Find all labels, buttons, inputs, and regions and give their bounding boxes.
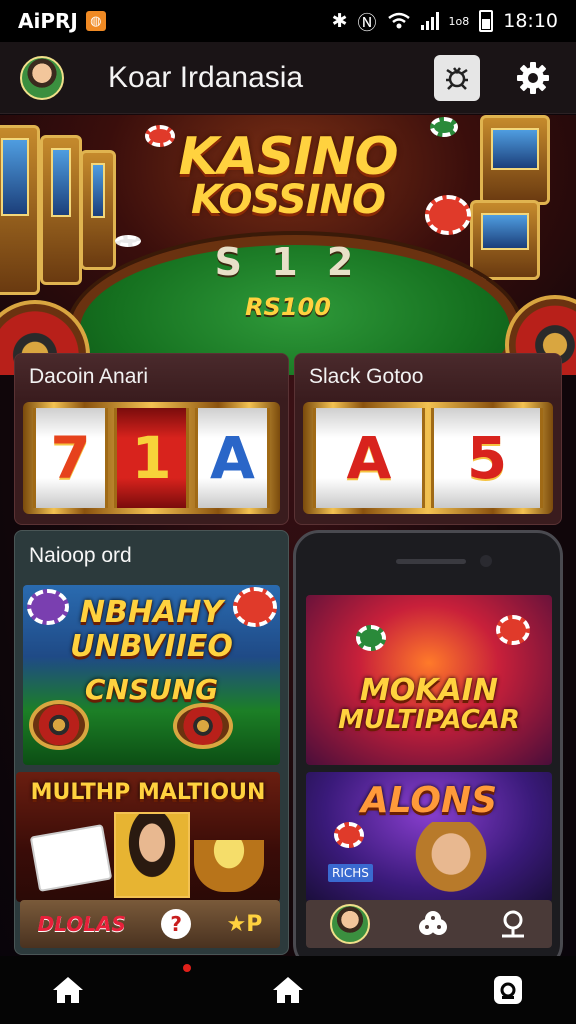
game-tile-1[interactable]: NBHAHY UNBVIIEO CNSUNG	[23, 585, 280, 765]
playing-cards	[29, 824, 113, 892]
game-grid-title: Naioop ord	[29, 544, 132, 567]
bug-report-button[interactable]	[434, 54, 480, 101]
slot-card-title: Slack Gotoo	[295, 354, 561, 400]
hero-amount: RS100	[245, 293, 331, 321]
reel: A	[313, 408, 425, 508]
profile-tray	[306, 900, 552, 948]
status-left: AiPRJ ◍	[18, 9, 106, 33]
roulette-wheel	[173, 703, 233, 749]
screen: AiPRJ ◍ ✱ Ⓝ 1ᴏ8 18:10 Koar Irdanasia KAS…	[0, 0, 576, 1024]
nav-home-center[interactable]	[268, 970, 308, 1010]
hero-digits: S 1 2	[214, 240, 362, 284]
game-tile-title: UNBVIIEO	[70, 629, 233, 664]
hero-banner[interactable]: KASINO KOSSINO S 1 2 RS100	[0, 115, 576, 375]
notification-dot	[183, 964, 191, 972]
roulette-wheel	[29, 700, 89, 750]
wifi-icon	[387, 12, 410, 29]
game-tile-title: MOKAIN	[359, 673, 499, 708]
reel: 1	[114, 408, 189, 508]
status-bar: AiPRJ ◍ ✱ Ⓝ 1ᴏ8 18:10	[0, 0, 576, 42]
slot-card-2[interactable]: Slack Gotoo A 5	[294, 353, 562, 525]
chip	[334, 822, 364, 848]
game-tile-title: MULTIPACAR	[338, 705, 520, 735]
hero-subtitle: KOSSINO	[191, 177, 386, 223]
location-icon[interactable]	[498, 908, 528, 940]
app-bar: Koar Irdanasia	[0, 42, 576, 114]
treasure-basket	[194, 840, 264, 892]
cookie-icon[interactable]	[417, 909, 451, 939]
tile-badge: RICHS	[328, 864, 373, 882]
slot-reels: A 5	[303, 402, 553, 514]
battery-icon	[479, 10, 494, 32]
speaker	[396, 559, 466, 564]
slot-card-1[interactable]: Dacoin Anari 7 1 A	[14, 353, 289, 525]
chip	[356, 625, 386, 651]
game-tile-4[interactable]: ALONS RICHS	[306, 772, 552, 902]
clock: 18:10	[503, 10, 558, 32]
game-tile-2[interactable]: MOKAIN MULTIPACAR	[306, 595, 552, 765]
nav-home-left[interactable]	[48, 970, 88, 1010]
gear-icon	[517, 61, 549, 94]
notification-app-icon: ◍	[85, 11, 106, 31]
portrait	[406, 822, 496, 902]
portrait	[114, 812, 190, 898]
game-tile-title: MULTHP MALTIOUN	[30, 780, 266, 805]
chip	[27, 589, 69, 625]
app-title: Koar Irdanasia	[108, 60, 304, 94]
home-icon	[273, 977, 303, 1003]
instagram-icon	[494, 976, 522, 1004]
game-tile-3[interactable]: MULTHP MALTIOUN	[16, 772, 280, 902]
signal-icon	[420, 12, 439, 30]
slot-card-title: Dacoin Anari	[15, 354, 288, 400]
camera	[480, 555, 492, 567]
game-tile-title: ALONS	[360, 780, 498, 821]
status-right: ✱ Ⓝ 1ᴏ8 18:10	[332, 8, 558, 35]
bluetooth-icon: ✱	[331, 10, 348, 32]
bug-icon	[446, 66, 468, 90]
mystery-icon[interactable]: ?	[161, 909, 192, 939]
settings-button[interactable]	[510, 55, 556, 101]
tray-label[interactable]: DLOLAS	[38, 912, 126, 936]
nfc-icon: Ⓝ	[357, 11, 377, 34]
home-icon	[53, 977, 83, 1003]
avatar[interactable]	[20, 55, 64, 100]
reel: 5	[431, 408, 543, 508]
network-label: 1ᴏ8	[448, 14, 470, 28]
reel: A	[195, 408, 270, 508]
star-bonus-icon[interactable]: ★P	[226, 912, 262, 937]
slot-reels: 7 1 A	[23, 402, 280, 514]
reel: 7	[33, 408, 108, 508]
chip	[496, 615, 530, 645]
nav-app[interactable]	[488, 970, 528, 1010]
carrier-label: AiPRJ	[18, 9, 78, 33]
chip	[233, 587, 277, 627]
bonus-tray-left: DLOLAS ? ★P	[20, 900, 280, 948]
avatar-small[interactable]	[329, 904, 370, 944]
bottom-nav	[0, 956, 576, 1024]
